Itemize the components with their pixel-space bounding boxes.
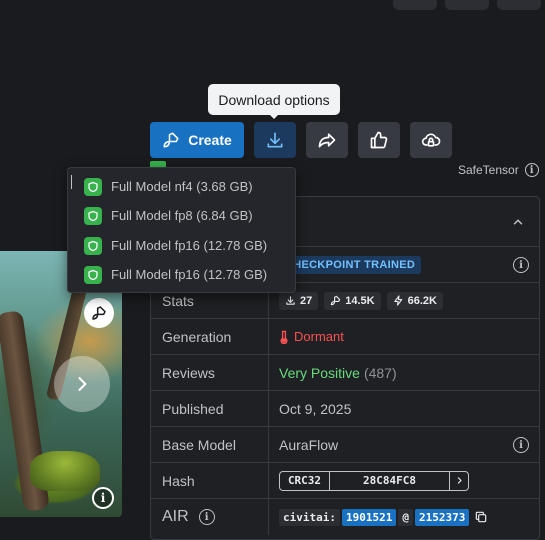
share-button[interactable] [306, 122, 348, 158]
air-prefix: civitai: [279, 508, 340, 526]
thermometer-icon [280, 330, 288, 344]
file-format-label: SafeTensor [458, 163, 519, 177]
download-button[interactable] [254, 122, 296, 158]
hash-algo[interactable]: CRC32 [280, 471, 330, 490]
file-format: SafeTensor i [458, 163, 539, 177]
cloud-lock-icon [421, 133, 441, 147]
download-options-menu: Full Model nf4 (3.68 GB) Full Model fp8 … [67, 167, 296, 293]
top-toolbar-button[interactable] [497, 0, 541, 10]
chevron-up-icon[interactable] [511, 215, 525, 229]
reviews-count: (487) [363, 364, 397, 381]
air-identifier[interactable]: civitai: 1901521 @ 2152373 [279, 508, 488, 526]
info-icon[interactable]: i [198, 509, 215, 525]
cloud-lock-button[interactable] [410, 122, 452, 158]
chevron-right-icon [78, 377, 87, 391]
brush-icon [92, 306, 106, 320]
tooltip-arrow [268, 113, 280, 119]
bolt-icon [393, 295, 402, 306]
buzz-stat: 66.2K [386, 291, 443, 310]
model-type-badge: CHECKPOINT TRAINED [279, 255, 422, 274]
image-info-icon[interactable]: i [92, 487, 114, 509]
menu-item-label: Full Model fp8 (6.84 GB) [111, 208, 253, 223]
generation-value: Dormant [294, 329, 344, 344]
air-row: AIR i civitai: 1901521 @ 2152373 [151, 499, 539, 535]
reviews-value[interactable]: Very Positive [279, 365, 360, 381]
air-label: AIR [162, 508, 189, 525]
published-row: Published Oct 9, 2025 [151, 391, 539, 427]
download-icon [286, 296, 295, 305]
published-value: Oct 9, 2025 [279, 400, 352, 417]
top-toolbar-button[interactable] [393, 0, 437, 10]
menu-item-label: Full Model fp16 (12.78 GB) [111, 238, 268, 253]
chevron-right-icon[interactable] [450, 472, 468, 490]
brush-icon [163, 132, 179, 148]
downloads-stat: 27 [279, 291, 319, 310]
buzz-count: 66.2K [407, 294, 437, 307]
hash-control[interactable]: CRC32 28C84FC8 [279, 470, 469, 491]
likes-count: 14.5K [345, 294, 375, 307]
info-icon[interactable]: i [513, 257, 529, 273]
air-model-id: 1901521 [341, 508, 397, 526]
shield-check-icon [84, 206, 102, 225]
brush-icon [331, 295, 341, 306]
air-label-cell: AIR i [151, 499, 269, 535]
menu-item-fp16-alt[interactable]: Full Model fp16 (12.78 GB) [68, 260, 297, 289]
reviews-row: Reviews Very Positive (487) [151, 355, 539, 391]
downloads-count: 27 [300, 294, 313, 307]
top-toolbar-button[interactable] [445, 0, 489, 10]
create-button-label: Create [188, 132, 232, 148]
hash-row: Hash CRC32 28C84FC8 [151, 463, 539, 499]
likes-stat: 14.5K [324, 291, 381, 310]
menu-item-label: Full Model fp16 (12.78 GB) [111, 267, 268, 282]
copy-icon[interactable] [474, 510, 488, 524]
info-icon[interactable]: i [513, 437, 529, 453]
menu-item-fp8[interactable]: Full Model fp8 (6.84 GB) [68, 201, 297, 230]
generation-label: Generation [151, 319, 269, 354]
download-tooltip: Download options [208, 84, 340, 115]
remix-button[interactable] [84, 298, 114, 328]
shield-check-icon [84, 236, 102, 255]
generation-status: Dormant [279, 329, 344, 344]
published-label: Published [151, 391, 269, 426]
base-model-row: Base Model AuraFlow i [151, 427, 539, 463]
menu-item-fp16[interactable]: Full Model fp16 (12.78 GB) [68, 231, 297, 260]
shield-check-icon [84, 177, 102, 196]
create-button[interactable]: Create [150, 122, 244, 158]
air-version-id: 2152373 [414, 508, 470, 526]
tooltip-text: Download options [218, 91, 330, 108]
thumbs-up-icon [370, 131, 388, 149]
reviews-label: Reviews [151, 355, 269, 390]
shield-check-icon [84, 265, 102, 284]
download-icon [267, 132, 283, 148]
hash-value[interactable]: 28C84FC8 [330, 471, 450, 490]
share-icon [318, 133, 336, 148]
menu-item-nf4[interactable]: Full Model nf4 (3.68 GB) [68, 172, 297, 201]
generation-row: Generation Dormant [151, 319, 539, 355]
like-button[interactable] [358, 122, 400, 158]
base-model-label: Base Model [151, 427, 269, 462]
base-model-value: AuraFlow [279, 436, 339, 453]
info-icon[interactable]: i [524, 163, 539, 177]
next-image-button[interactable] [54, 356, 110, 412]
hash-label: Hash [151, 463, 269, 498]
air-separator: @ [398, 508, 413, 526]
menu-item-label: Full Model nf4 (3.68 GB) [111, 179, 253, 194]
